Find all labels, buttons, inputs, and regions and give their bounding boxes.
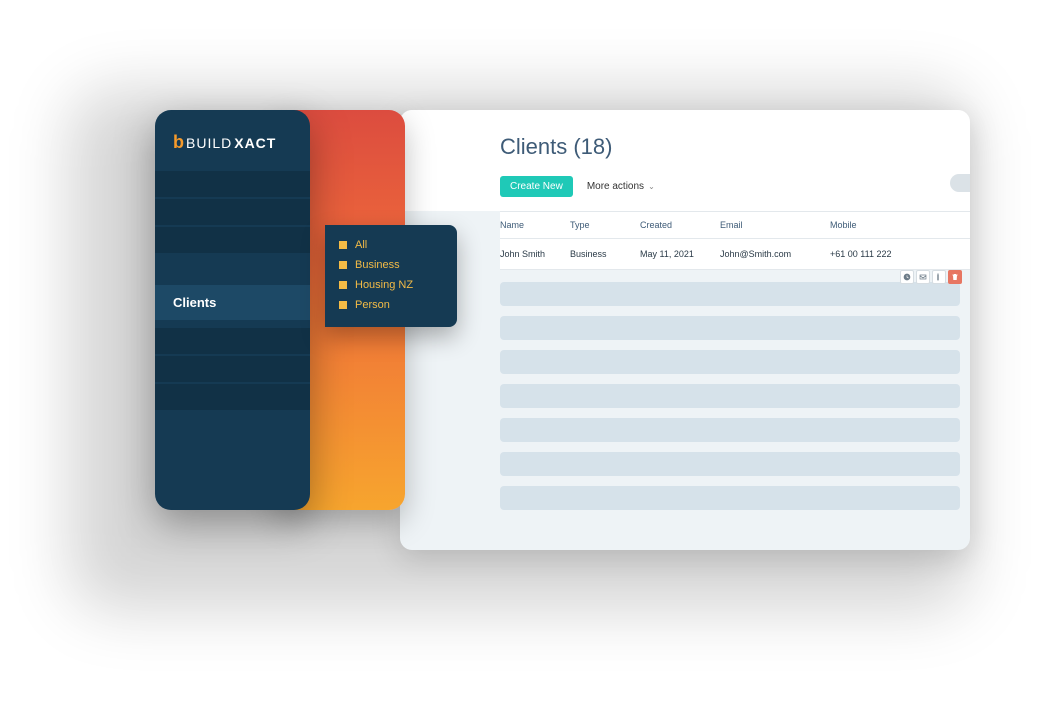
placeholder-row bbox=[500, 384, 960, 408]
placeholder-row bbox=[500, 282, 960, 306]
delete-button[interactable] bbox=[948, 270, 962, 284]
col-email[interactable]: Email bbox=[720, 220, 830, 230]
flyout-item-person[interactable]: Person bbox=[339, 295, 443, 315]
reminder-button[interactable] bbox=[900, 270, 914, 284]
sidebar-item-clients[interactable]: Clients bbox=[155, 285, 310, 320]
placeholder-row bbox=[500, 316, 960, 340]
page-title: Clients (18) bbox=[500, 134, 940, 160]
clients-panel: Clients (18) Create New More actions ⌄ N… bbox=[400, 110, 970, 550]
phone-icon bbox=[935, 273, 943, 281]
trash-icon bbox=[951, 273, 959, 281]
cell-mobile: +61 00 111 222 bbox=[830, 249, 930, 259]
sidebar-item[interactable] bbox=[155, 227, 310, 253]
sidebar-item[interactable] bbox=[155, 328, 310, 354]
email-button[interactable] bbox=[916, 270, 930, 284]
col-mobile[interactable]: Mobile bbox=[830, 220, 930, 230]
sidebar-item[interactable] bbox=[155, 171, 310, 197]
cell-email: John@Smith.com bbox=[720, 249, 830, 259]
col-type[interactable]: Type bbox=[570, 220, 640, 230]
placeholder-row bbox=[500, 418, 960, 442]
col-name[interactable]: Name bbox=[500, 220, 570, 230]
brand-text-1: BUILD bbox=[186, 135, 232, 151]
flyout-label: Housing NZ bbox=[355, 279, 413, 291]
table-row[interactable]: John Smith Business May 11, 2021 John@Sm… bbox=[500, 239, 970, 270]
sidebar-item[interactable] bbox=[155, 199, 310, 225]
square-icon bbox=[339, 261, 347, 269]
placeholder-row bbox=[500, 486, 960, 510]
clients-table: Name Type Created Email Mobile John Smit… bbox=[400, 211, 970, 510]
cell-name: John Smith bbox=[500, 249, 570, 259]
flyout-label: Business bbox=[355, 259, 400, 271]
sidebar-item[interactable] bbox=[155, 384, 310, 410]
sidebar-item[interactable] bbox=[155, 356, 310, 382]
chevron-down-icon: ⌄ bbox=[648, 182, 655, 191]
square-icon bbox=[339, 241, 347, 249]
row-actions bbox=[900, 270, 962, 284]
col-created[interactable]: Created bbox=[640, 220, 720, 230]
create-new-button[interactable]: Create New bbox=[500, 176, 573, 197]
mail-icon bbox=[919, 273, 927, 281]
more-actions-dropdown[interactable]: More actions ⌄ bbox=[587, 181, 655, 192]
brand-icon: b bbox=[173, 132, 184, 153]
more-actions-label: More actions bbox=[587, 181, 644, 192]
client-type-flyout: All Business Housing NZ Person bbox=[325, 225, 457, 327]
search-input[interactable] bbox=[950, 174, 970, 192]
panel-header: Clients (18) Create New More actions ⌄ bbox=[400, 110, 970, 211]
placeholder-row bbox=[500, 350, 960, 374]
table-header-row: Name Type Created Email Mobile bbox=[500, 211, 970, 239]
sidebar: b BUILD XACT Clients bbox=[155, 110, 310, 510]
toolbar: Create New More actions ⌄ bbox=[500, 176, 940, 197]
brand-text-2: XACT bbox=[234, 135, 276, 151]
square-icon bbox=[339, 281, 347, 289]
placeholder-rows bbox=[500, 270, 970, 510]
call-button[interactable] bbox=[932, 270, 946, 284]
clock-icon bbox=[903, 273, 911, 281]
square-icon bbox=[339, 301, 347, 309]
flyout-label: Person bbox=[355, 299, 390, 311]
flyout-item-housing-nz[interactable]: Housing NZ bbox=[339, 275, 443, 295]
flyout-label: All bbox=[355, 239, 367, 251]
flyout-item-all[interactable]: All bbox=[339, 235, 443, 255]
cell-created: May 11, 2021 bbox=[640, 249, 720, 259]
placeholder-row bbox=[500, 452, 960, 476]
flyout-item-business[interactable]: Business bbox=[339, 255, 443, 275]
brand-logo[interactable]: b BUILD XACT bbox=[155, 110, 310, 171]
cell-type: Business bbox=[570, 249, 640, 259]
